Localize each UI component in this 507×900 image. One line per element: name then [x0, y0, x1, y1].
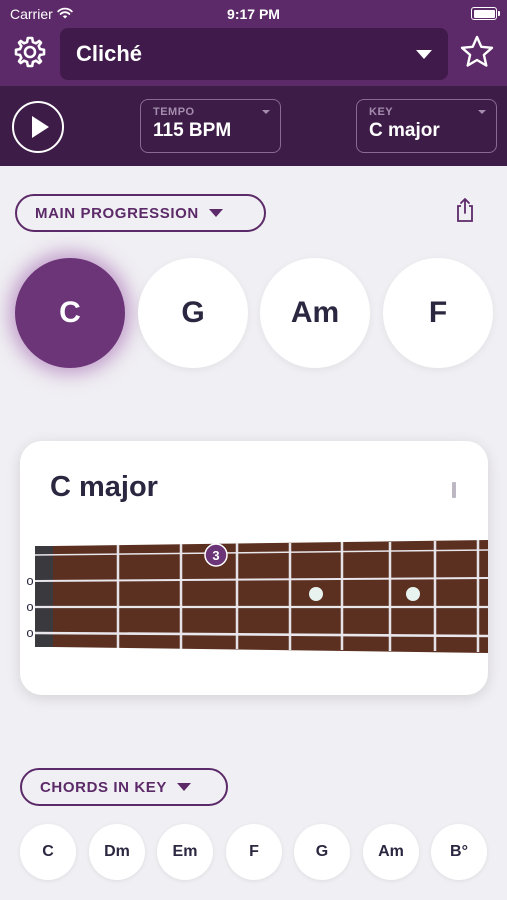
chords-in-key-selector[interactable]: CHORDS IN KEY	[20, 768, 228, 806]
fret-inlay	[309, 587, 323, 601]
transport-bar: TEMPO 115 BPM KEY C major	[0, 86, 507, 166]
progression-chord[interactable]: G	[138, 258, 248, 368]
chord-in-key[interactable]: Em	[157, 824, 213, 880]
tempo-value: 115 BPM	[153, 120, 232, 141]
chord-in-key[interactable]: Dm	[89, 824, 145, 880]
battery-icon	[471, 7, 500, 20]
progression-chord[interactable]: C	[15, 258, 125, 368]
chords-in-key-label: CHORDS IN KEY	[40, 778, 167, 796]
chevron-down-icon	[176, 783, 191, 791]
play-icon	[32, 116, 49, 138]
key-value: C major	[369, 120, 440, 141]
tempo-picker[interactable]: TEMPO 115 BPM	[140, 99, 281, 153]
chord-in-key[interactable]: G	[294, 824, 350, 880]
share-button[interactable]	[452, 197, 478, 227]
tempo-label: TEMPO	[153, 106, 195, 118]
open-string-marker: o	[26, 573, 33, 588]
title-bar: Cliché	[0, 28, 507, 86]
chord-in-key[interactable]: B°	[431, 824, 487, 880]
chevron-down-icon	[208, 209, 223, 217]
finger-dot: 3	[204, 543, 228, 567]
open-string-marker: o	[26, 599, 33, 614]
gear-icon	[13, 35, 47, 74]
chevron-down-icon	[262, 110, 270, 114]
finger-label: 3	[212, 548, 219, 563]
chord-in-key[interactable]: F	[226, 824, 282, 880]
chord-diagram-card: C major 3 o o o	[20, 441, 488, 695]
progression-label: MAIN PROGRESSION	[35, 204, 199, 222]
play-button[interactable]	[12, 101, 64, 153]
progression-selector[interactable]: MAIN PROGRESSION	[15, 194, 266, 232]
open-string-marker: o	[26, 625, 33, 640]
key-picker[interactable]: KEY C major	[356, 99, 497, 153]
song-selector[interactable]: Cliché	[60, 28, 448, 80]
drag-handle-icon[interactable]	[452, 482, 456, 498]
progression-chord[interactable]: F	[383, 258, 493, 368]
chevron-down-icon	[416, 49, 432, 59]
chord-diagram-title: C major	[50, 471, 158, 503]
chevron-down-icon	[478, 110, 486, 114]
key-label: KEY	[369, 106, 394, 118]
status-time: 9:17 PM	[227, 6, 280, 22]
fret-inlay	[406, 587, 420, 601]
chord-in-key[interactable]: C	[20, 824, 76, 880]
favorite-button[interactable]	[457, 34, 497, 74]
chord-in-key[interactable]: Am	[363, 824, 419, 880]
song-title: Cliché	[76, 41, 143, 66]
fretboard: 3 o o o	[26, 540, 488, 653]
star-icon	[459, 34, 495, 75]
status-bar: Carrier 9:17 PM	[0, 0, 507, 28]
settings-button[interactable]	[12, 36, 48, 72]
progression-chord[interactable]: Am	[260, 258, 370, 368]
share-icon	[454, 197, 476, 228]
